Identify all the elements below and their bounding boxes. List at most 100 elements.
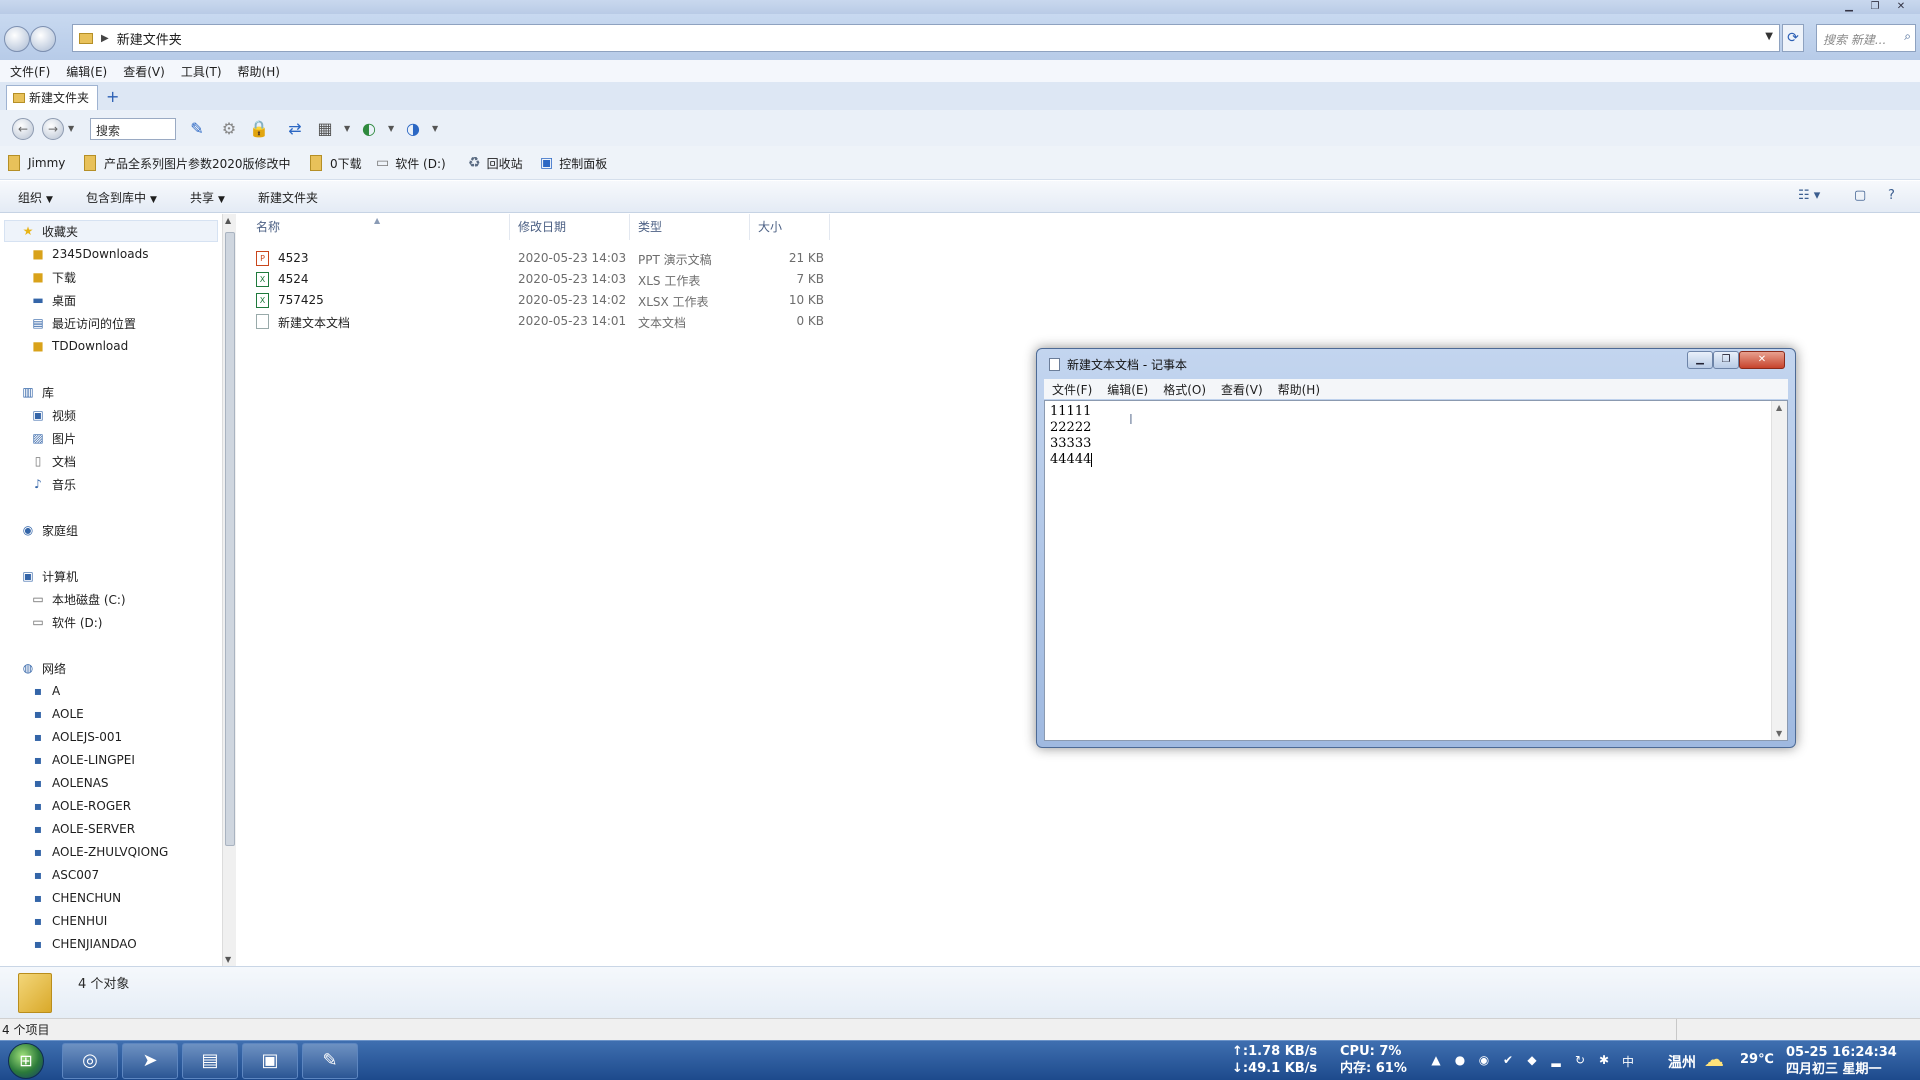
notepad-text-area[interactable]: 11111 22222 33333 44444 I ▲ ▼ [1044,400,1788,741]
notepad-close-button[interactable]: ✕ [1739,351,1785,369]
compass-icon[interactable]: ◑ [402,118,424,140]
table-row[interactable]: 新建文本文档 2020-05-23 14:01 文本文档 0 KB [238,311,838,332]
forward-button[interactable] [30,26,56,52]
taskbar-messenger-button[interactable]: ➤ [122,1043,178,1079]
table-row[interactable]: X 4524 2020-05-23 14:03 XLS 工作表 7 KB [238,269,838,290]
bluetooth-icon[interactable]: ✱ [1592,1053,1616,1070]
column-header-size[interactable]: 大小 [750,214,830,240]
nav-network-item[interactable]: ▪ AOLE-LINGPEI [30,749,135,771]
nav-network-item[interactable]: ▪ AOLE-ROGER [30,795,131,817]
search-icon[interactable]: ⌕ [1904,29,1911,44]
address-box[interactable]: ▶ 新建文件夹 ▼ [72,24,1780,52]
include-in-library-button[interactable]: 包含到库中 ▼ [86,189,157,206]
menu-view[interactable]: 查看(V) [123,63,165,80]
chevron-down-icon[interactable]: ▼ [68,124,74,133]
notepad-menu-format[interactable]: 格式(O) [1163,381,1206,398]
nav-network-item[interactable]: ▪ AOLEJS-001 [30,726,122,748]
clock[interactable]: 05-25 16:24:34 四月初三 星期一 [1786,1044,1897,1078]
nav-homegroup[interactable]: ◉ 家庭组 [20,519,78,541]
notepad-menu-view[interactable]: 查看(V) [1221,381,1263,398]
fav-item-jimmy[interactable]: Jimmy [8,152,65,174]
breadcrumb[interactable]: 新建文件夹 [117,29,182,48]
taskbar-browser-button[interactable]: ◎ [62,1043,118,1079]
column-header-modified[interactable]: 修改日期 [510,214,630,240]
antivirus-icon[interactable]: ◉ [1472,1053,1496,1070]
help-icon[interactable]: ? [1888,188,1895,203]
nav-item-downloads[interactable]: ■ 下载 [30,266,76,288]
organize-button[interactable]: 组织 ▼ [18,189,53,206]
notepad-menu-help[interactable]: 帮助(H) [1278,381,1320,398]
nav-item-desktop[interactable]: ▬ 桌面 [30,289,76,311]
nav-network-item[interactable]: ▪ CHENHUI [30,910,107,932]
nav-item-documents[interactable]: ▯ 文档 [30,450,76,472]
close-button[interactable]: ✕ [1888,0,1914,14]
view-options-icon[interactable]: ☷ ▾ [1798,188,1820,203]
scroll-up-icon[interactable]: ▲ [225,216,231,225]
nav-computer-header[interactable]: ▣ 计算机 [20,565,78,587]
nav-library-header[interactable]: ▥ 库 [20,381,54,403]
column-header-type[interactable]: 类型 [630,214,750,240]
nav-scrollbar[interactable]: ▲ ▼ [222,214,236,966]
input-method-icon[interactable]: 中 [1616,1053,1640,1070]
taskbar-notepad-button[interactable]: ✎ [302,1043,358,1079]
menu-edit[interactable]: 编辑(E) [66,63,107,80]
notepad-menu-edit[interactable]: 编辑(E) [1107,381,1148,398]
chevron-down-icon[interactable]: ▼ [1765,31,1773,42]
fav-item-downloads[interactable]: 0下载 [310,152,362,174]
chevron-down-icon[interactable]: ▼ [432,124,438,133]
start-button[interactable]: ⊞ [8,1043,44,1079]
lock-icon[interactable]: 🔒 [248,118,270,140]
notepad-scrollbar[interactable]: ▲ ▼ [1771,401,1787,740]
share-button[interactable]: 共享 ▼ [190,189,225,206]
chevron-down-icon[interactable]: ▼ [388,124,394,133]
nav-item-videos[interactable]: ▣ 视频 [30,404,76,426]
notepad-maximize-button[interactable]: ❐ [1713,351,1739,369]
taskbar-office-button[interactable]: ▣ [242,1043,298,1079]
notepad-window[interactable]: 新建文本文档 - 记事本 ▁ ❐ ✕ 文件(F) 编辑(E) 格式(O) 查看(… [1036,348,1796,748]
nav-item-pictures[interactable]: ▨ 图片 [30,427,76,449]
fav-item-product[interactable]: 产品全系列图片参数2020版修改中 [84,152,291,174]
table-row[interactable]: P 4523 2020-05-23 14:03 PPT 演示文稿 21 KB [238,248,838,269]
green-circle-icon[interactable]: ◐ [358,118,380,140]
back-arrow-icon[interactable]: ← [12,118,34,140]
preview-pane-icon[interactable]: ▢ [1854,188,1866,203]
column-header-name[interactable]: 名称 ▲ [238,214,510,240]
scroll-up-icon[interactable]: ▲ [1776,403,1782,412]
scroll-down-icon[interactable]: ▼ [225,955,231,964]
chevron-down-icon[interactable]: ▼ [344,124,350,133]
nav-item-recent[interactable]: ▤ 最近访问的位置 [30,312,136,334]
nav-favorites-header[interactable]: ★ 收藏夹 [20,220,78,242]
gear-icon[interactable]: ⚙ [218,118,240,140]
nav-network-item[interactable]: ▪ CHENJIANDAO [30,933,137,955]
taskbar-explorer-button[interactable]: ▤ [182,1043,238,1079]
fav-item-control-panel[interactable]: ▣ 控制面板 [540,152,607,174]
fav-item-recycle-bin[interactable]: ♻ 回收站 [468,152,523,174]
nav-network-item[interactable]: ▪ AOLE-SERVER [30,818,135,840]
nav-item-drive-d[interactable]: ▭ 软件 (D:) [30,611,102,633]
forward-arrow-icon[interactable]: → [42,118,64,140]
menu-file[interactable]: 文件(F) [10,63,50,80]
network-tray-icon[interactable]: ▂ [1544,1053,1568,1070]
nav-item-drive-c[interactable]: ▭ 本地磁盘 (C:) [30,588,125,610]
view-layout-icon[interactable]: ▦ [314,118,336,140]
nav-network-item[interactable]: ▪ AOLE-ZHULVQIONG [30,841,168,863]
nav-network-item[interactable]: ▪ A [30,680,60,702]
nav-item-2345downloads[interactable]: ■ 2345Downloads [30,243,148,265]
minimize-button[interactable]: ▁ [1836,0,1862,14]
refresh-button[interactable]: ⟳ [1782,24,1804,52]
qq-icon[interactable]: ● [1448,1053,1472,1070]
shield-icon[interactable]: ◆ [1520,1053,1544,1070]
nav-network-item[interactable]: ▪ AOLENAS [30,772,109,794]
nav-network-header[interactable]: ◍ 网络 [20,657,66,679]
show-hidden-icons-icon[interactable]: ▲ [1424,1053,1448,1070]
scroll-down-icon[interactable]: ▼ [1776,729,1782,738]
scroll-thumb[interactable] [225,232,235,846]
back-button[interactable] [4,26,30,52]
weather-cloudy-icon[interactable]: ☁ [1704,1047,1724,1071]
tab-new-folder[interactable]: 新建文件夹 [6,85,99,110]
sync-tray-icon[interactable]: ↻ [1568,1053,1592,1070]
fav-item-drive-d[interactable]: ▭ 软件 (D:) [376,152,446,174]
security-check-icon[interactable]: ✔ [1496,1053,1520,1070]
nav-item-music[interactable]: ♪ 音乐 [30,473,76,495]
notepad-minimize-button[interactable]: ▁ [1687,351,1713,369]
